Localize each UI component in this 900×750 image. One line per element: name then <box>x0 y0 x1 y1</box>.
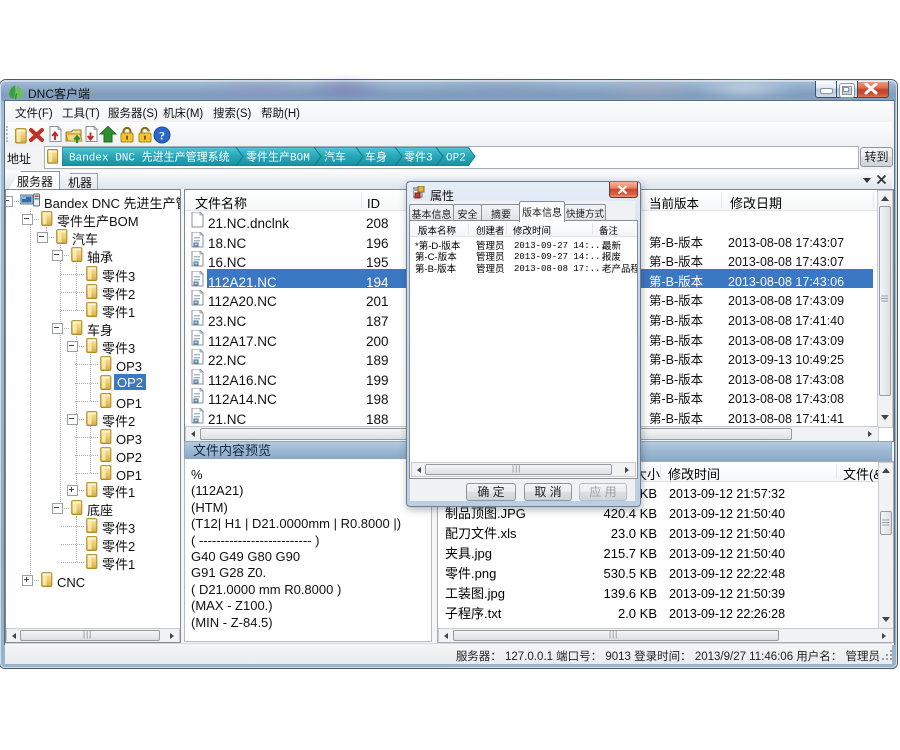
svg-text:零件3: 零件3 <box>404 149 433 165</box>
svg-text:OP2: OP2 <box>446 149 466 165</box>
svg-text:车身: 车身 <box>365 149 387 165</box>
svg-text:?: ? <box>159 129 165 143</box>
svg-text:零件生产BOM: 零件生产BOM <box>246 149 310 165</box>
svg-text:Bandex DNC 先进生产管理系统: Bandex DNC 先进生产管理系统 <box>69 149 230 165</box>
svg-text:汽车: 汽车 <box>324 149 346 165</box>
